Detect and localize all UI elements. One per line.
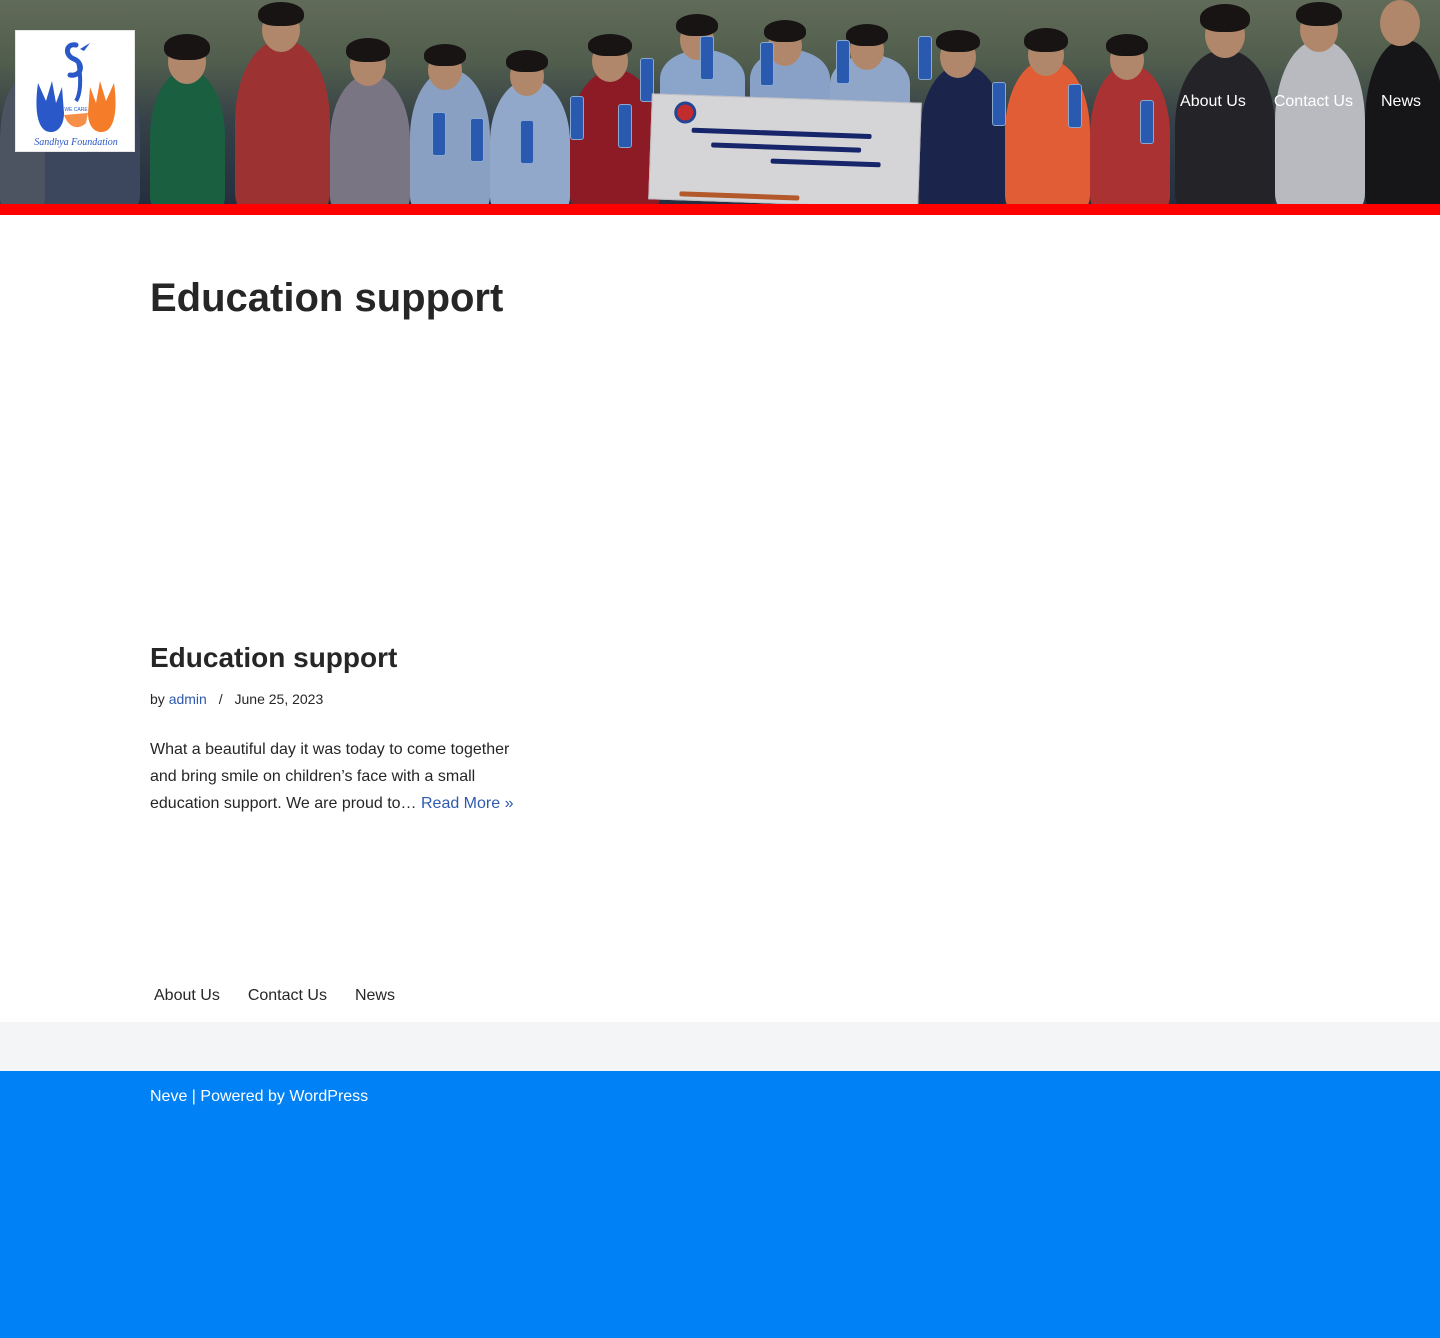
meta-separator: /	[218, 691, 223, 707]
footer-top-bar	[0, 1022, 1440, 1071]
svg-text:Sandhya Foundation: Sandhya Foundation	[34, 137, 118, 148]
page-title: Education support	[150, 276, 504, 320]
site-logo[interactable]: WE CARE Sandhya Foundation	[15, 30, 135, 152]
header-accent-band	[0, 204, 1440, 215]
read-more-link[interactable]: Read More »	[421, 795, 514, 812]
svg-text:WE CARE: WE CARE	[64, 107, 88, 113]
post-date: June 25, 2023	[234, 691, 324, 707]
nav-item-news[interactable]: News	[1381, 92, 1421, 112]
theme-link[interactable]: Neve	[150, 1088, 187, 1105]
footer-credits: Neve | Powered by WordPress	[150, 1087, 368, 1107]
footer-bottom-bar	[0, 1071, 1440, 1338]
post-title: Education support	[150, 640, 520, 676]
footer-nav-item-about-us[interactable]: About Us	[154, 986, 220, 1006]
author-link[interactable]: admin	[169, 691, 207, 707]
primary-menu: About Us Contact Us News	[1180, 92, 1421, 112]
site-header: WE CARE Sandhya Foundation About Us Cont…	[0, 0, 1440, 204]
post-card: Education support by admin / June 25, 20…	[150, 640, 520, 817]
footer-nav-item-contact-us[interactable]: Contact Us	[248, 986, 327, 1006]
by-label: by	[150, 691, 165, 707]
powered-by-text: | Powered by	[187, 1088, 290, 1105]
post-title-link[interactable]: Education support	[150, 642, 397, 673]
post-excerpt: What a beautiful day it was today to com…	[150, 736, 520, 817]
nav-item-about-us[interactable]: About Us	[1180, 92, 1246, 112]
sandhya-foundation-logo-icon: WE CARE Sandhya Foundation	[34, 42, 118, 148]
footer-menu: About Us Contact Us News	[154, 986, 395, 1006]
footer-nav-item-news[interactable]: News	[355, 986, 395, 1006]
post-meta: by admin / June 25, 2023	[150, 690, 520, 708]
nav-item-contact-us[interactable]: Contact Us	[1274, 92, 1353, 112]
wordpress-link[interactable]: WordPress	[289, 1088, 368, 1105]
